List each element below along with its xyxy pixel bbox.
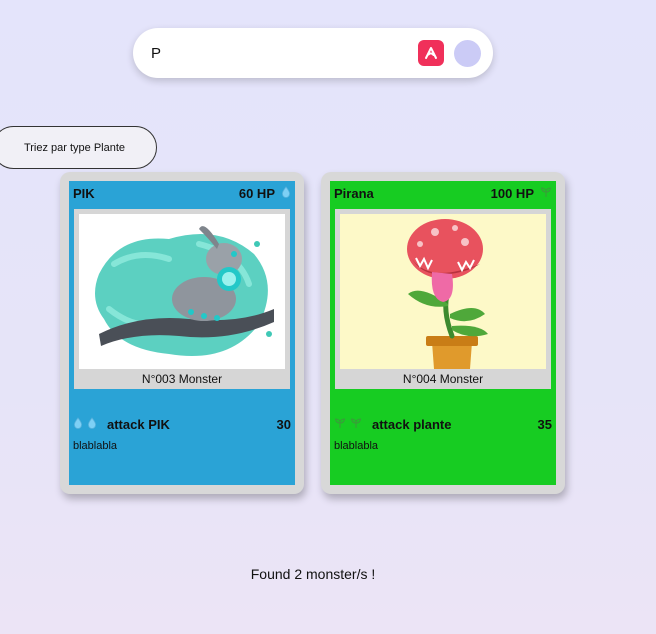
water-drop-icon [281,185,291,201]
attack-damage: 35 [537,417,552,432]
monster-illustration [79,214,285,369]
avatar[interactable] [454,39,481,67]
monster-card-pik[interactable]: PIK 60 HP N°003 Monster attack PIK 30 bl… [60,172,304,494]
monster-name: Pirana [334,185,374,201]
attack-row: attack PIK 30 [73,417,291,432]
monster-illustration [340,214,546,369]
monster-picture-frame: N°003 Monster [74,209,290,389]
attack-row: attack plante 35 [334,417,552,432]
card-body: Pirana 100 HP N°004 Monster attack plant… [330,181,556,485]
attack-description: blablabla [73,440,118,452]
attack-damage: 30 [276,417,291,432]
monster-picture-frame: N°004 Monster [335,209,551,389]
attack-description: blablabla [334,440,379,452]
search-bar [133,28,493,78]
attack-name: attack PIK [107,417,170,432]
search-input[interactable] [151,44,418,62]
plant-sprout-icon [334,417,346,432]
results-count: Found 2 monster/s ! [250,566,376,582]
card-body: PIK 60 HP N°003 Monster attack PIK 30 bl… [69,181,295,485]
pdf-app-icon[interactable] [418,40,444,66]
plant-sprout-icon [350,417,362,432]
monster-number: N°004 Monster [402,372,484,386]
sort-by-plant-button[interactable]: Triez par type Plante [0,126,157,169]
card-header: PIK 60 HP [69,181,295,205]
plant-sprout-icon [540,186,552,201]
water-drop-icon [87,417,97,432]
monster-name: PIK [73,185,95,201]
attack-name: attack plante [372,417,452,432]
monster-hp: 60 HP [238,185,275,201]
monster-card-pirana[interactable]: Pirana 100 HP N°004 Monster attack plant… [321,172,565,494]
water-drop-icon [73,417,83,432]
monster-number: N°003 Monster [141,372,223,386]
card-header: Pirana 100 HP [330,181,556,205]
monster-hp: 100 HP [490,185,534,201]
